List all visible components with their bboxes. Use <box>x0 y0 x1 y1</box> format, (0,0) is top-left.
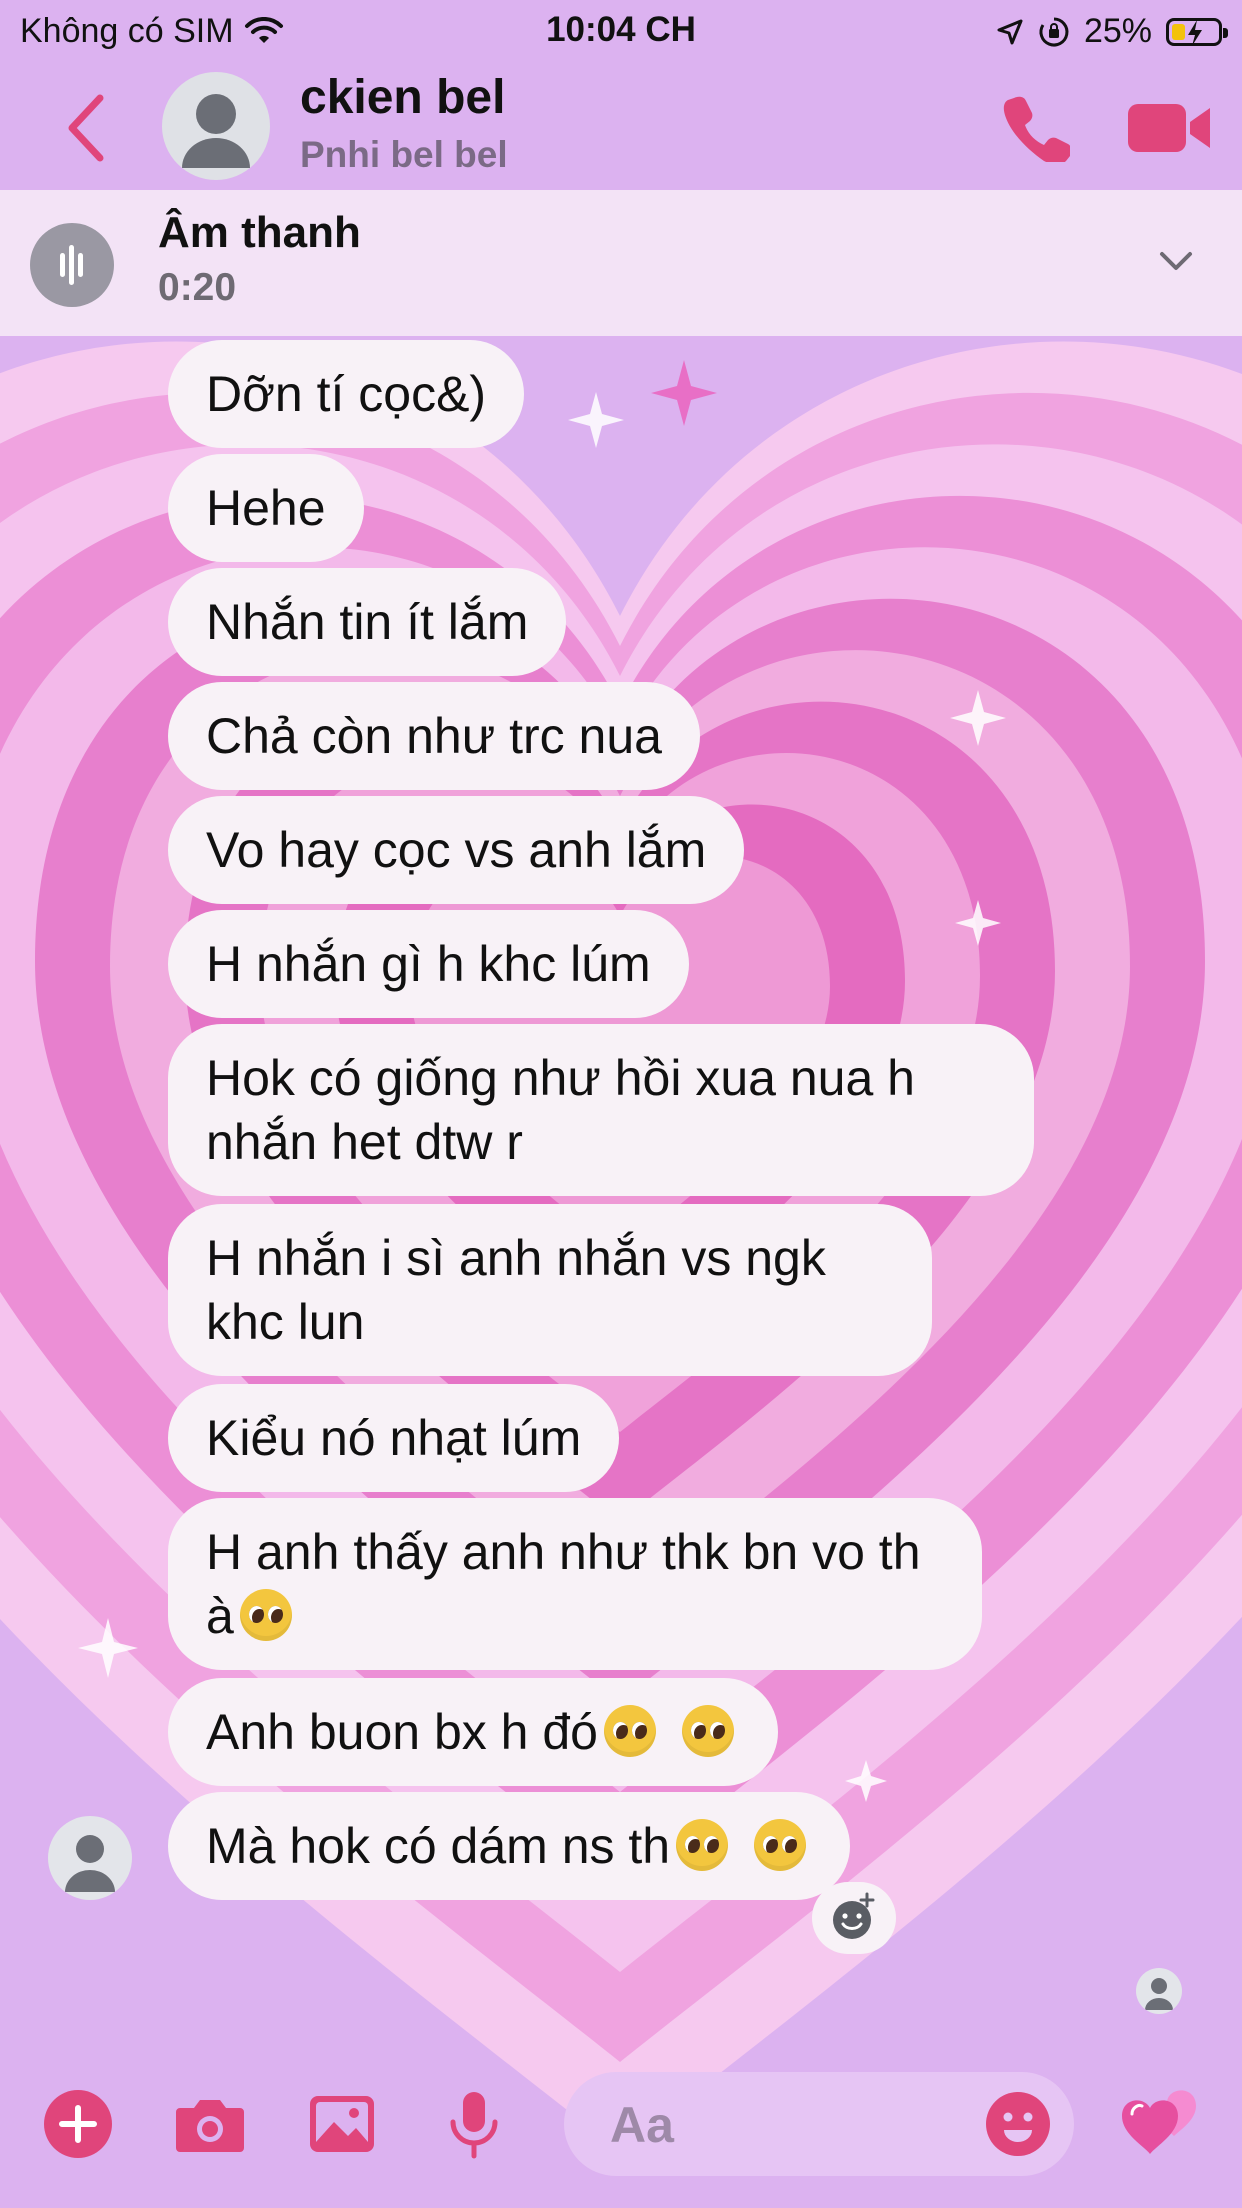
back-chevron-icon[interactable] <box>58 90 118 166</box>
message-bubble[interactable]: Mà hok có dám ns th <box>168 1792 851 1900</box>
image-icon[interactable] <box>304 2086 380 2162</box>
battery-charging-icon <box>1166 17 1228 46</box>
pleading-face-emoji <box>681 1705 734 1757</box>
add-reaction-icon[interactable] <box>812 1882 896 1954</box>
message-bubble[interactable]: H anh thấy anh như thk bn vo th à <box>168 1498 982 1670</box>
emoji-icon[interactable] <box>984 2090 1052 2158</box>
composer-bar: Aa <box>0 2060 1242 2208</box>
message-bubble[interactable]: Kiểu nó nhạt lúm <box>168 1384 620 1492</box>
pleading-face-emoji <box>239 1589 292 1641</box>
message-bubble[interactable]: Anh buon bx h đó <box>168 1678 778 1786</box>
avatar-icon[interactable] <box>162 72 270 180</box>
contact-name[interactable]: ckien bel <box>300 70 505 125</box>
pleading-face-emoji <box>676 1819 729 1871</box>
audio-wave-icon[interactable] <box>30 223 114 307</box>
message-bubble[interactable]: Hok có giống như hồi xua nua h nhắn het … <box>168 1024 1034 1196</box>
microphone-icon[interactable] <box>436 2086 512 2162</box>
battery-percent: 25% <box>1083 12 1152 50</box>
camera-icon[interactable] <box>172 2086 248 2162</box>
hearts-icon[interactable] <box>1118 2080 1202 2164</box>
message-bubble[interactable]: Chả còn như trc nua <box>168 682 700 790</box>
chevron-down-icon[interactable] <box>1158 248 1194 276</box>
message-input-placeholder: Aa <box>610 2097 674 2153</box>
pleading-face-emoji <box>604 1705 656 1757</box>
audio-title: Âm thanh <box>158 208 361 257</box>
message-input[interactable]: Aa <box>564 2072 1074 2176</box>
status-right: 25% <box>996 12 1228 51</box>
audio-playback-banner[interactable]: Âm thanh 0:20 <box>0 190 1242 336</box>
conversation-header: ckien bel Pnhi bel bel <box>0 62 1242 190</box>
location-arrow-icon <box>997 19 1023 44</box>
rotation-lock-icon <box>1039 17 1069 46</box>
contact-nickname: Pnhi bel bel <box>300 134 508 175</box>
seen-avatar-icon <box>1136 1968 1182 2014</box>
sender-avatar-icon[interactable] <box>48 1816 132 1900</box>
phone-icon[interactable] <box>1000 92 1070 162</box>
message-bubble[interactable]: H nhắn i sì anh nhắn vs ngk khc lun <box>168 1204 932 1376</box>
message-bubble[interactable]: Vo hay cọc vs anh lắm <box>168 796 745 904</box>
status-bar: Không có SIM 10:04 CH 25% <box>0 0 1242 62</box>
audio-duration: 0:20 <box>158 266 237 309</box>
message-bubble[interactable]: Dỡn tí cọc&) <box>168 340 525 448</box>
message-bubble[interactable]: H nhắn gì h khc lúm <box>168 910 689 1018</box>
video-camera-icon[interactable] <box>1126 98 1212 158</box>
pleading-face-emoji <box>754 1819 807 1871</box>
plus-icon[interactable] <box>40 2086 116 2162</box>
message-bubble[interactable]: Hehe <box>168 454 364 562</box>
message-bubble[interactable]: Nhắn tin ít lắm <box>168 568 567 676</box>
